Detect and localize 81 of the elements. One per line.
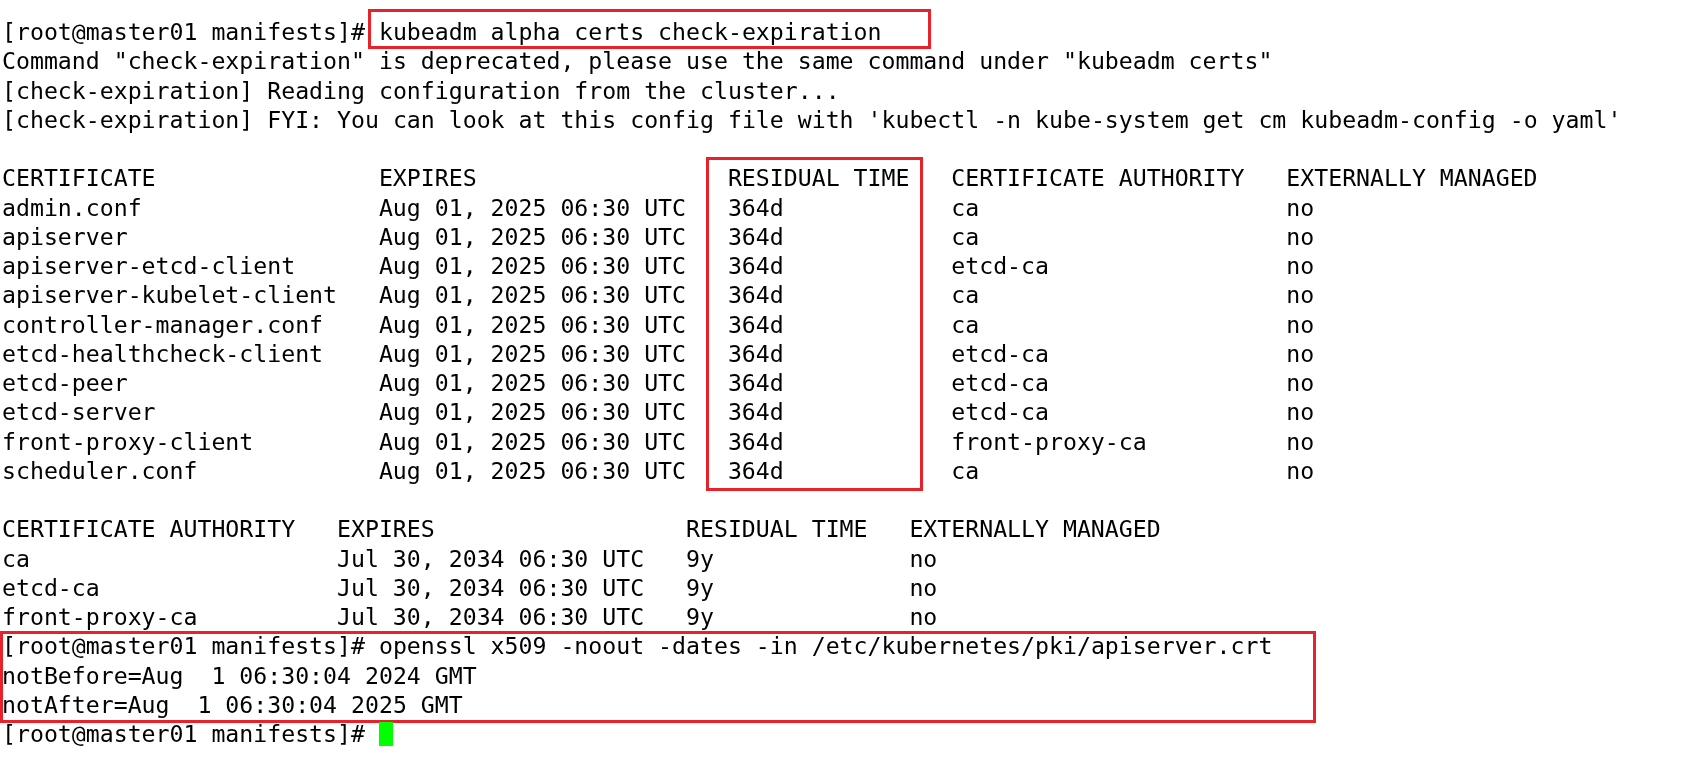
column-header: CERTIFICATE AUTHORITY — [2, 514, 296, 544]
table-cell: 9y — [686, 543, 714, 573]
table-cell: ca — [951, 221, 980, 251]
table-cell: Aug 01, 2025 06:30 UTC — [378, 368, 687, 398]
table-cell: ca — [951, 455, 980, 485]
table-cell: 364d — [727, 280, 784, 310]
table-cell: scheduler.conf — [2, 455, 198, 485]
output-line: notBefore=Aug 1 06:30:04 2024 GMT — [2, 660, 478, 690]
output-line: [check-expiration] FYI: You can look at this config file with 'kubectl -n kube-system get cm kubeadm-config -o yaml' — [2, 104, 1623, 134]
table-cell: no — [1286, 338, 1315, 368]
table-cell: no — [1286, 455, 1315, 485]
column-header: RESIDUAL TIME — [727, 163, 910, 193]
table-cell: ca — [951, 309, 980, 339]
table-cell: 364d — [727, 221, 784, 251]
column-header: RESIDUAL TIME — [686, 514, 868, 544]
column-header: EXPIRES — [378, 163, 477, 193]
table-cell: no — [1286, 251, 1315, 281]
output-line: [check-expiration] Reading configuration from the cluster... — [2, 75, 841, 105]
table-cell: no — [1286, 309, 1315, 339]
table-cell: etcd-healthcheck-client — [2, 338, 324, 368]
table-cell: no — [1286, 221, 1315, 251]
column-header: EXPIRES — [337, 514, 435, 544]
table-cell: apiserver-kubelet-client — [2, 280, 338, 310]
table-cell: admin.conf — [2, 192, 142, 222]
table-cell: 364d — [727, 426, 784, 456]
table-cell: no — [1286, 280, 1315, 310]
table-cell: front-proxy-ca — [951, 426, 1147, 456]
table-cell: 9y — [686, 572, 714, 602]
table-cell: 364d — [727, 338, 784, 368]
table-cell: Aug 01, 2025 06:30 UTC — [378, 280, 687, 310]
shell-prompt: [root@master01 manifests]# — [2, 631, 365, 661]
output-line: Command "check-expiration" is deprecated, please use the same command under "kubeadm certs" — [2, 46, 1274, 76]
table-cell: etcd-ca — [2, 572, 100, 602]
table-cell: no — [1286, 368, 1315, 398]
table-cell: no — [1286, 426, 1315, 456]
table-cell: no — [1286, 397, 1315, 427]
table-cell: Jul 30, 2034 06:30 UTC — [337, 543, 645, 573]
table-cell: 364d — [727, 192, 784, 222]
table-cell: Aug 01, 2025 06:30 UTC — [378, 338, 687, 368]
table-cell: ca — [951, 280, 980, 310]
table-cell: apiserver-etcd-client — [2, 251, 296, 281]
table-cell: Jul 30, 2034 06:30 UTC — [337, 572, 645, 602]
shell-prompt: [root@master01 manifests]# — [2, 17, 365, 47]
shell-prompt: [root@master01 manifests]# — [2, 719, 365, 749]
table-cell: front-proxy-ca — [2, 602, 198, 632]
table-cell: etcd-peer — [2, 368, 128, 398]
column-header: CERTIFICATE — [2, 163, 156, 193]
table-cell: Aug 01, 2025 06:30 UTC — [378, 192, 687, 222]
column-header: CERTIFICATE AUTHORITY — [951, 163, 1245, 193]
table-cell: Aug 01, 2025 06:30 UTC — [378, 221, 687, 251]
table-cell: Aug 01, 2025 06:30 UTC — [378, 251, 687, 281]
table-cell: Aug 01, 2025 06:30 UTC — [378, 455, 687, 485]
table-cell: Jul 30, 2034 06:30 UTC — [337, 602, 645, 632]
table-cell: 364d — [727, 368, 784, 398]
column-header: EXTERNALLY MANAGED — [909, 514, 1161, 544]
table-cell: Aug 01, 2025 06:30 UTC — [378, 309, 687, 339]
table-cell: no — [909, 572, 938, 602]
table-cell: ca — [2, 543, 30, 573]
table-cell: 364d — [727, 397, 784, 427]
table-cell: no — [909, 602, 938, 632]
output-line: notAfter=Aug 1 06:30:04 2025 GMT — [2, 689, 464, 719]
table-cell: apiserver — [2, 221, 128, 251]
command-text: openssl x509 -noout -dates -in /etc/kubernetes/pki/apiserver.crt — [378, 632, 1273, 660]
command-text: kubeadm alpha certs check-expiration — [378, 18, 882, 45]
table-cell: 364d — [727, 455, 784, 485]
table-cell: front-proxy-client — [2, 426, 254, 456]
table-cell: etcd-ca — [951, 251, 1049, 281]
column-header: EXTERNALLY MANAGED — [1286, 163, 1538, 193]
table-cell: etcd-ca — [951, 338, 1049, 368]
table-cell: no — [1286, 192, 1315, 222]
table-cell: ca — [951, 192, 980, 222]
table-cell: etcd-ca — [951, 397, 1049, 427]
table-cell: Aug 01, 2025 06:30 UTC — [378, 397, 687, 427]
table-cell: 9y — [686, 602, 714, 632]
table-cell: 364d — [727, 309, 784, 339]
table-cell: controller-manager.conf — [2, 309, 324, 339]
table-cell: etcd-server — [2, 397, 156, 427]
table-cell: Aug 01, 2025 06:30 UTC — [378, 426, 687, 456]
table-cell: no — [909, 543, 938, 573]
table-cell: etcd-ca — [951, 368, 1049, 398]
table-cell: 364d — [727, 251, 784, 281]
